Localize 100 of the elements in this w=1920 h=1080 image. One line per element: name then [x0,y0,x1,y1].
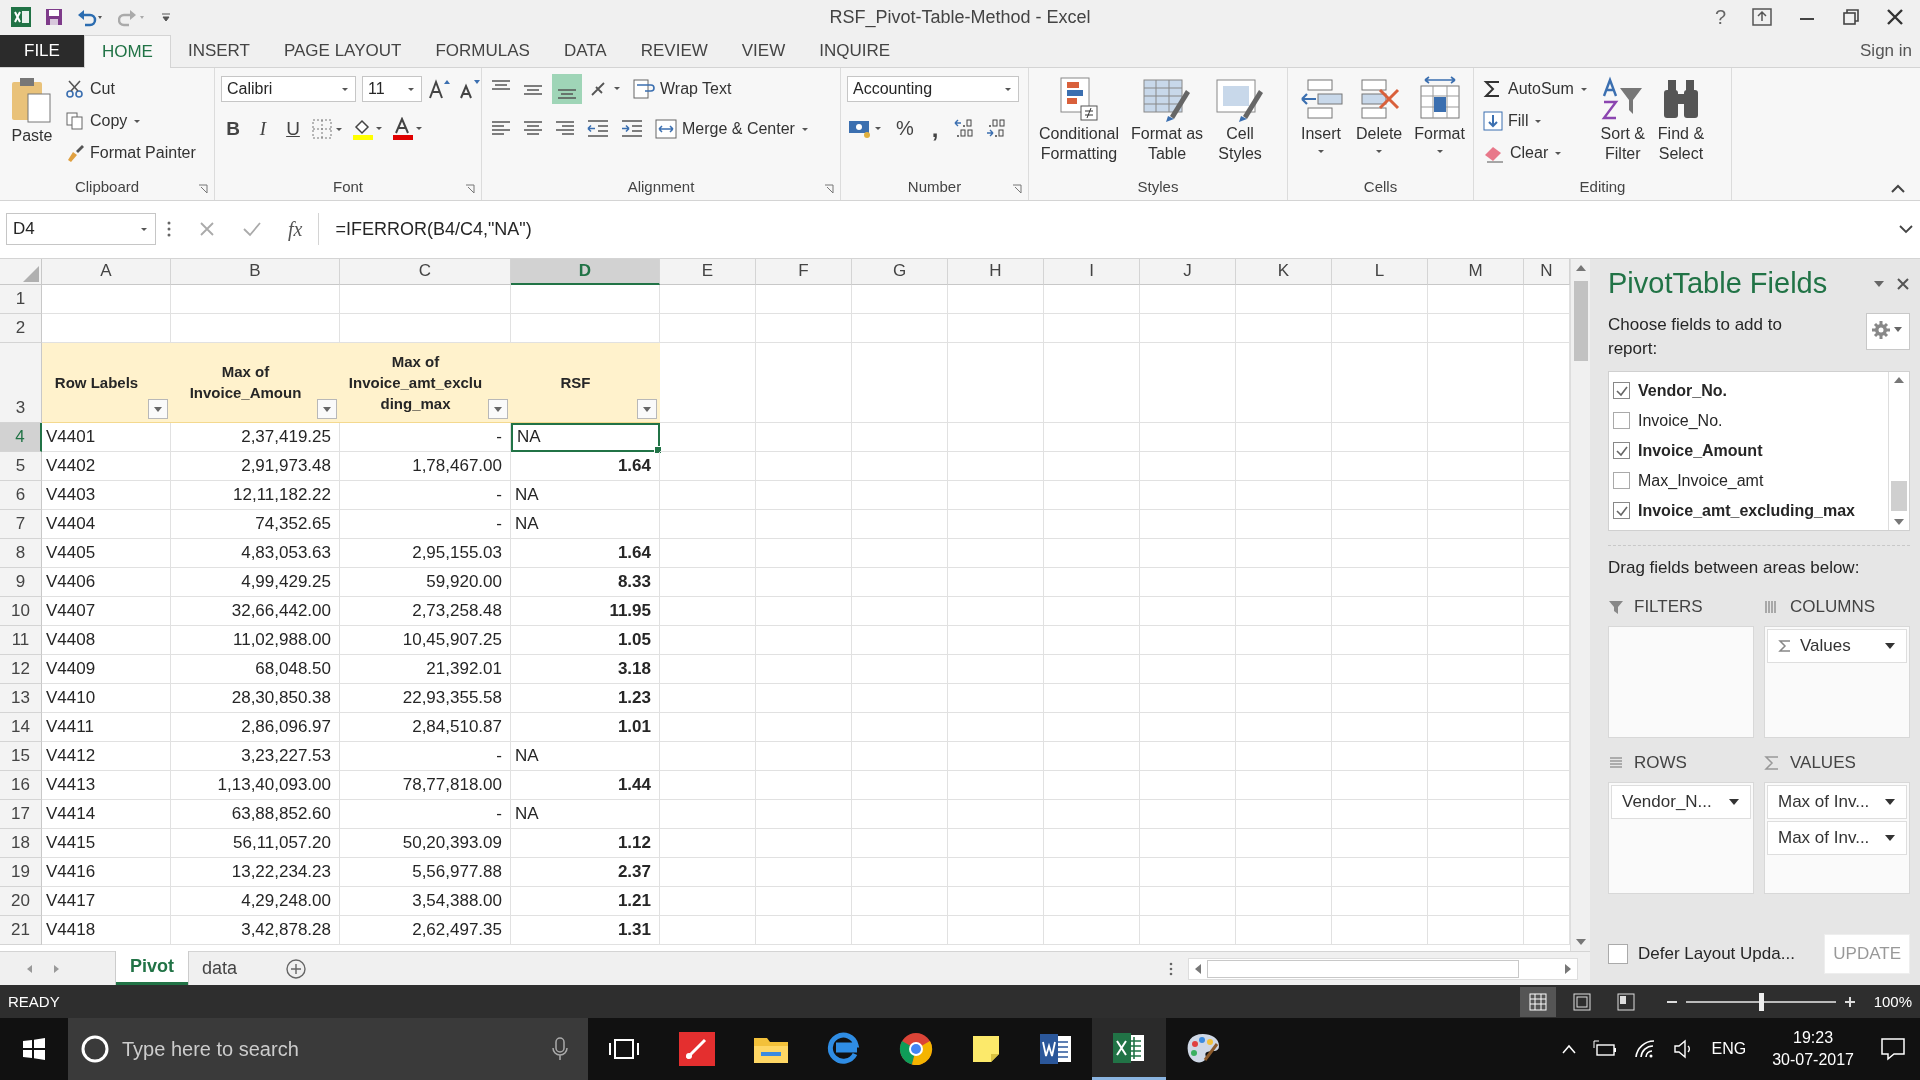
empty-cell[interactable] [948,342,1044,423]
empty-cell[interactable] [1236,313,1332,343]
table-cell[interactable]: V4409 [42,654,171,684]
empty-cell[interactable] [852,770,948,800]
empty-cell[interactable] [948,509,1044,539]
empty-cell[interactable] [852,596,948,626]
empty-cell[interactable] [660,828,756,858]
table-cell[interactable]: V4402 [42,451,171,481]
formula-field[interactable]: =IFERROR(B4/C4,"NA") [329,213,1888,246]
empty-cell[interactable] [948,625,1044,655]
row-header[interactable]: 3 [0,342,42,423]
column-header[interactable]: J [1140,258,1236,285]
sign-in-link[interactable]: Sign in [1852,34,1920,67]
name-box[interactable]: D4 [6,213,156,246]
format-painter-button[interactable]: Format Painter [62,139,199,166]
empty-cell[interactable] [1332,284,1428,314]
empty-cell[interactable] [1140,625,1236,655]
table-cell[interactable]: V4417 [42,886,171,916]
empty-cell[interactable] [1044,625,1140,655]
table-cell[interactable]: 1.23 [511,683,660,713]
conditional-formatting-button[interactable]: Conditional Formatting [1035,73,1124,166]
empty-cell[interactable] [756,538,852,568]
empty-cell[interactable] [1236,342,1332,423]
list-scrollbar[interactable] [1888,371,1909,530]
empty-cell[interactable] [1332,596,1428,626]
empty-cell[interactable] [948,799,1044,829]
empty-cell[interactable] [1044,770,1140,800]
empty-cell[interactable] [1140,567,1236,597]
row-header[interactable]: 12 [0,654,42,684]
empty-cell[interactable] [948,712,1044,742]
dialog-launcher-icon[interactable] [1012,183,1022,194]
table-cell[interactable]: 3,54,388.00 [340,886,511,916]
empty-cell[interactable] [660,741,756,771]
empty-cell[interactable] [948,451,1044,481]
empty-cell[interactable] [1332,509,1428,539]
empty-cell[interactable] [1332,567,1428,597]
empty-cell[interactable] [756,313,852,343]
row-header[interactable]: 6 [0,480,42,510]
empty-cell[interactable] [756,828,852,858]
empty-cell[interactable] [756,741,852,771]
empty-cell[interactable] [660,799,756,829]
empty-cell[interactable] [1140,770,1236,800]
cell-styles-button[interactable]: Cell Styles [1211,73,1270,166]
row-header[interactable]: 5 [0,451,42,481]
sheet-tab[interactable]: data [188,951,252,986]
column-header[interactable]: D [511,258,660,285]
copy-button[interactable]: Copy [62,107,199,134]
table-cell[interactable]: 68,048.50 [171,654,340,684]
column-header[interactable]: K [1236,258,1332,285]
empty-cell[interactable] [1236,886,1332,916]
table-cell[interactable]: 4,99,429.25 [171,567,340,597]
empty-cell[interactable] [660,538,756,568]
empty-cell[interactable] [1428,538,1524,568]
wrap-text-button[interactable]: Wrap Text [630,75,735,102]
row-header[interactable]: 18 [0,828,42,858]
table-cell[interactable]: V4403 [42,480,171,510]
empty-cell[interactable] [660,915,756,945]
empty-cell[interactable] [1140,451,1236,481]
empty-cell[interactable] [1044,596,1140,626]
table-cell[interactable]: 74,352.65 [171,509,340,539]
empty-cell[interactable] [1044,480,1140,510]
empty-cell[interactable] [660,422,756,452]
empty-cell[interactable] [852,509,948,539]
empty-cell[interactable] [756,915,852,945]
empty-cell[interactable] [1140,799,1236,829]
empty-cell[interactable] [756,654,852,684]
ribbon-tab[interactable]: REVIEW [623,34,725,67]
empty-cell[interactable] [1236,654,1332,684]
area-field-chip[interactable]: Vendor_N... [1611,784,1751,819]
empty-cell[interactable] [171,284,340,314]
windows-start-icon[interactable] [22,1037,46,1061]
row-header[interactable]: 13 [0,683,42,713]
browser-e-icon[interactable] [827,1032,861,1066]
empty-cell[interactable] [660,284,756,314]
empty-cell[interactable] [340,284,511,314]
empty-cell[interactable] [511,313,660,343]
table-cell[interactable]: NA [511,741,660,771]
empty-cell[interactable] [948,313,1044,343]
empty-cell[interactable] [1428,654,1524,684]
empty-cell[interactable] [1428,741,1524,771]
empty-cell[interactable] [1332,538,1428,568]
comma-style-button[interactable]: , [923,115,947,142]
table-cell[interactable]: V4416 [42,857,171,887]
zoom-slider-thumb[interactable] [1758,992,1764,1011]
row-header[interactable]: 2 [0,313,42,343]
empty-cell[interactable] [1140,342,1236,423]
close-icon[interactable] [1896,276,1910,291]
empty-cell[interactable] [1236,451,1332,481]
empty-cell[interactable] [1236,509,1332,539]
column-header[interactable]: F [756,258,852,285]
empty-cell[interactable] [1332,886,1428,916]
table-cell[interactable]: 1.01 [511,712,660,742]
empty-cell[interactable] [1044,538,1140,568]
area-field-chip[interactable]: Values [1767,628,1907,663]
empty-cell[interactable] [948,284,1044,314]
empty-cell[interactable] [1332,799,1428,829]
settings-button[interactable] [1866,312,1910,350]
empty-cell[interactable] [171,313,340,343]
table-cell[interactable]: 4,83,053.63 [171,538,340,568]
table-cell[interactable]: 1.05 [511,625,660,655]
